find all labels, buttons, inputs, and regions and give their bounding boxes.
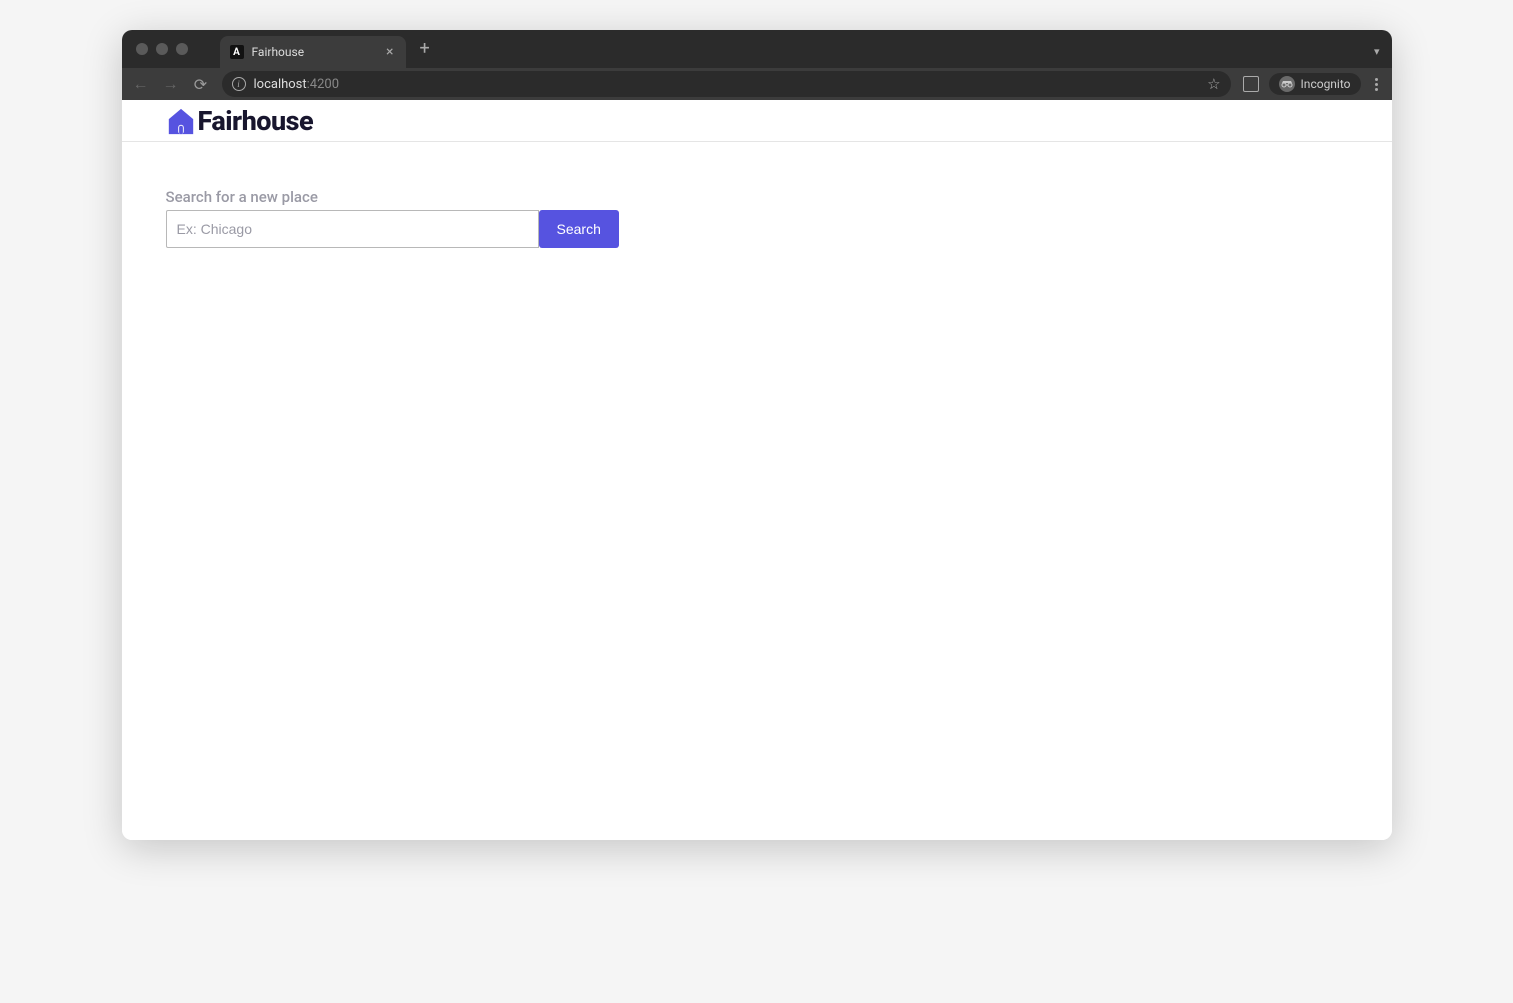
tab-close-icon[interactable]: × (384, 44, 395, 60)
window-minimize-icon[interactable] (156, 43, 168, 55)
tabbar-overflow[interactable]: ▾ (1374, 40, 1392, 59)
search-label: Search for a new place (166, 188, 1392, 206)
window-close-icon[interactable] (136, 43, 148, 55)
browser-toolbar: ← → ⟳ i localhost:4200 ☆ Incognito (122, 68, 1392, 100)
search-input[interactable] (166, 210, 539, 248)
site-info-icon[interactable]: i (232, 77, 246, 91)
nav-forward-icon[interactable]: → (162, 74, 180, 94)
incognito-label: Incognito (1301, 77, 1351, 91)
browser-window: A Fairhouse × + ▾ ← → ⟳ i localhost:4200… (122, 30, 1392, 840)
nav-back-icon[interactable]: ← (132, 74, 150, 94)
window-controls (130, 43, 200, 55)
url-host-text: localhost (254, 77, 307, 92)
search-section: Search for a new place Search (122, 142, 1392, 248)
browser-tabbar: A Fairhouse × + ▾ (122, 30, 1392, 68)
browser-menu-icon[interactable] (1371, 78, 1382, 91)
extensions-icon[interactable] (1243, 76, 1259, 92)
new-tab-button[interactable]: + (406, 40, 444, 58)
brand-name: Fairhouse (198, 105, 314, 137)
url-host: localhost:4200 (254, 77, 340, 92)
incognito-icon (1279, 76, 1295, 92)
bookmark-star-icon[interactable]: ☆ (1207, 75, 1220, 93)
search-row: Search (166, 210, 1392, 248)
url-bar[interactable]: i localhost:4200 ☆ (222, 71, 1231, 97)
search-button[interactable]: Search (539, 210, 619, 248)
window-maximize-icon[interactable] (176, 43, 188, 55)
tab-title: Fairhouse (252, 45, 377, 59)
incognito-badge[interactable]: Incognito (1269, 73, 1361, 95)
page-content: Fairhouse Search for a new place Search (122, 100, 1392, 840)
app-header: Fairhouse (122, 100, 1392, 142)
toolbar-right: Incognito (1243, 73, 1382, 95)
browser-tab[interactable]: A Fairhouse × (220, 36, 406, 68)
chevron-down-icon: ▾ (1374, 45, 1380, 58)
nav-reload-icon[interactable]: ⟳ (192, 75, 210, 94)
tab-favicon-icon: A (230, 45, 244, 59)
url-port-text: :4200 (307, 77, 339, 92)
house-logo-icon (166, 106, 196, 136)
